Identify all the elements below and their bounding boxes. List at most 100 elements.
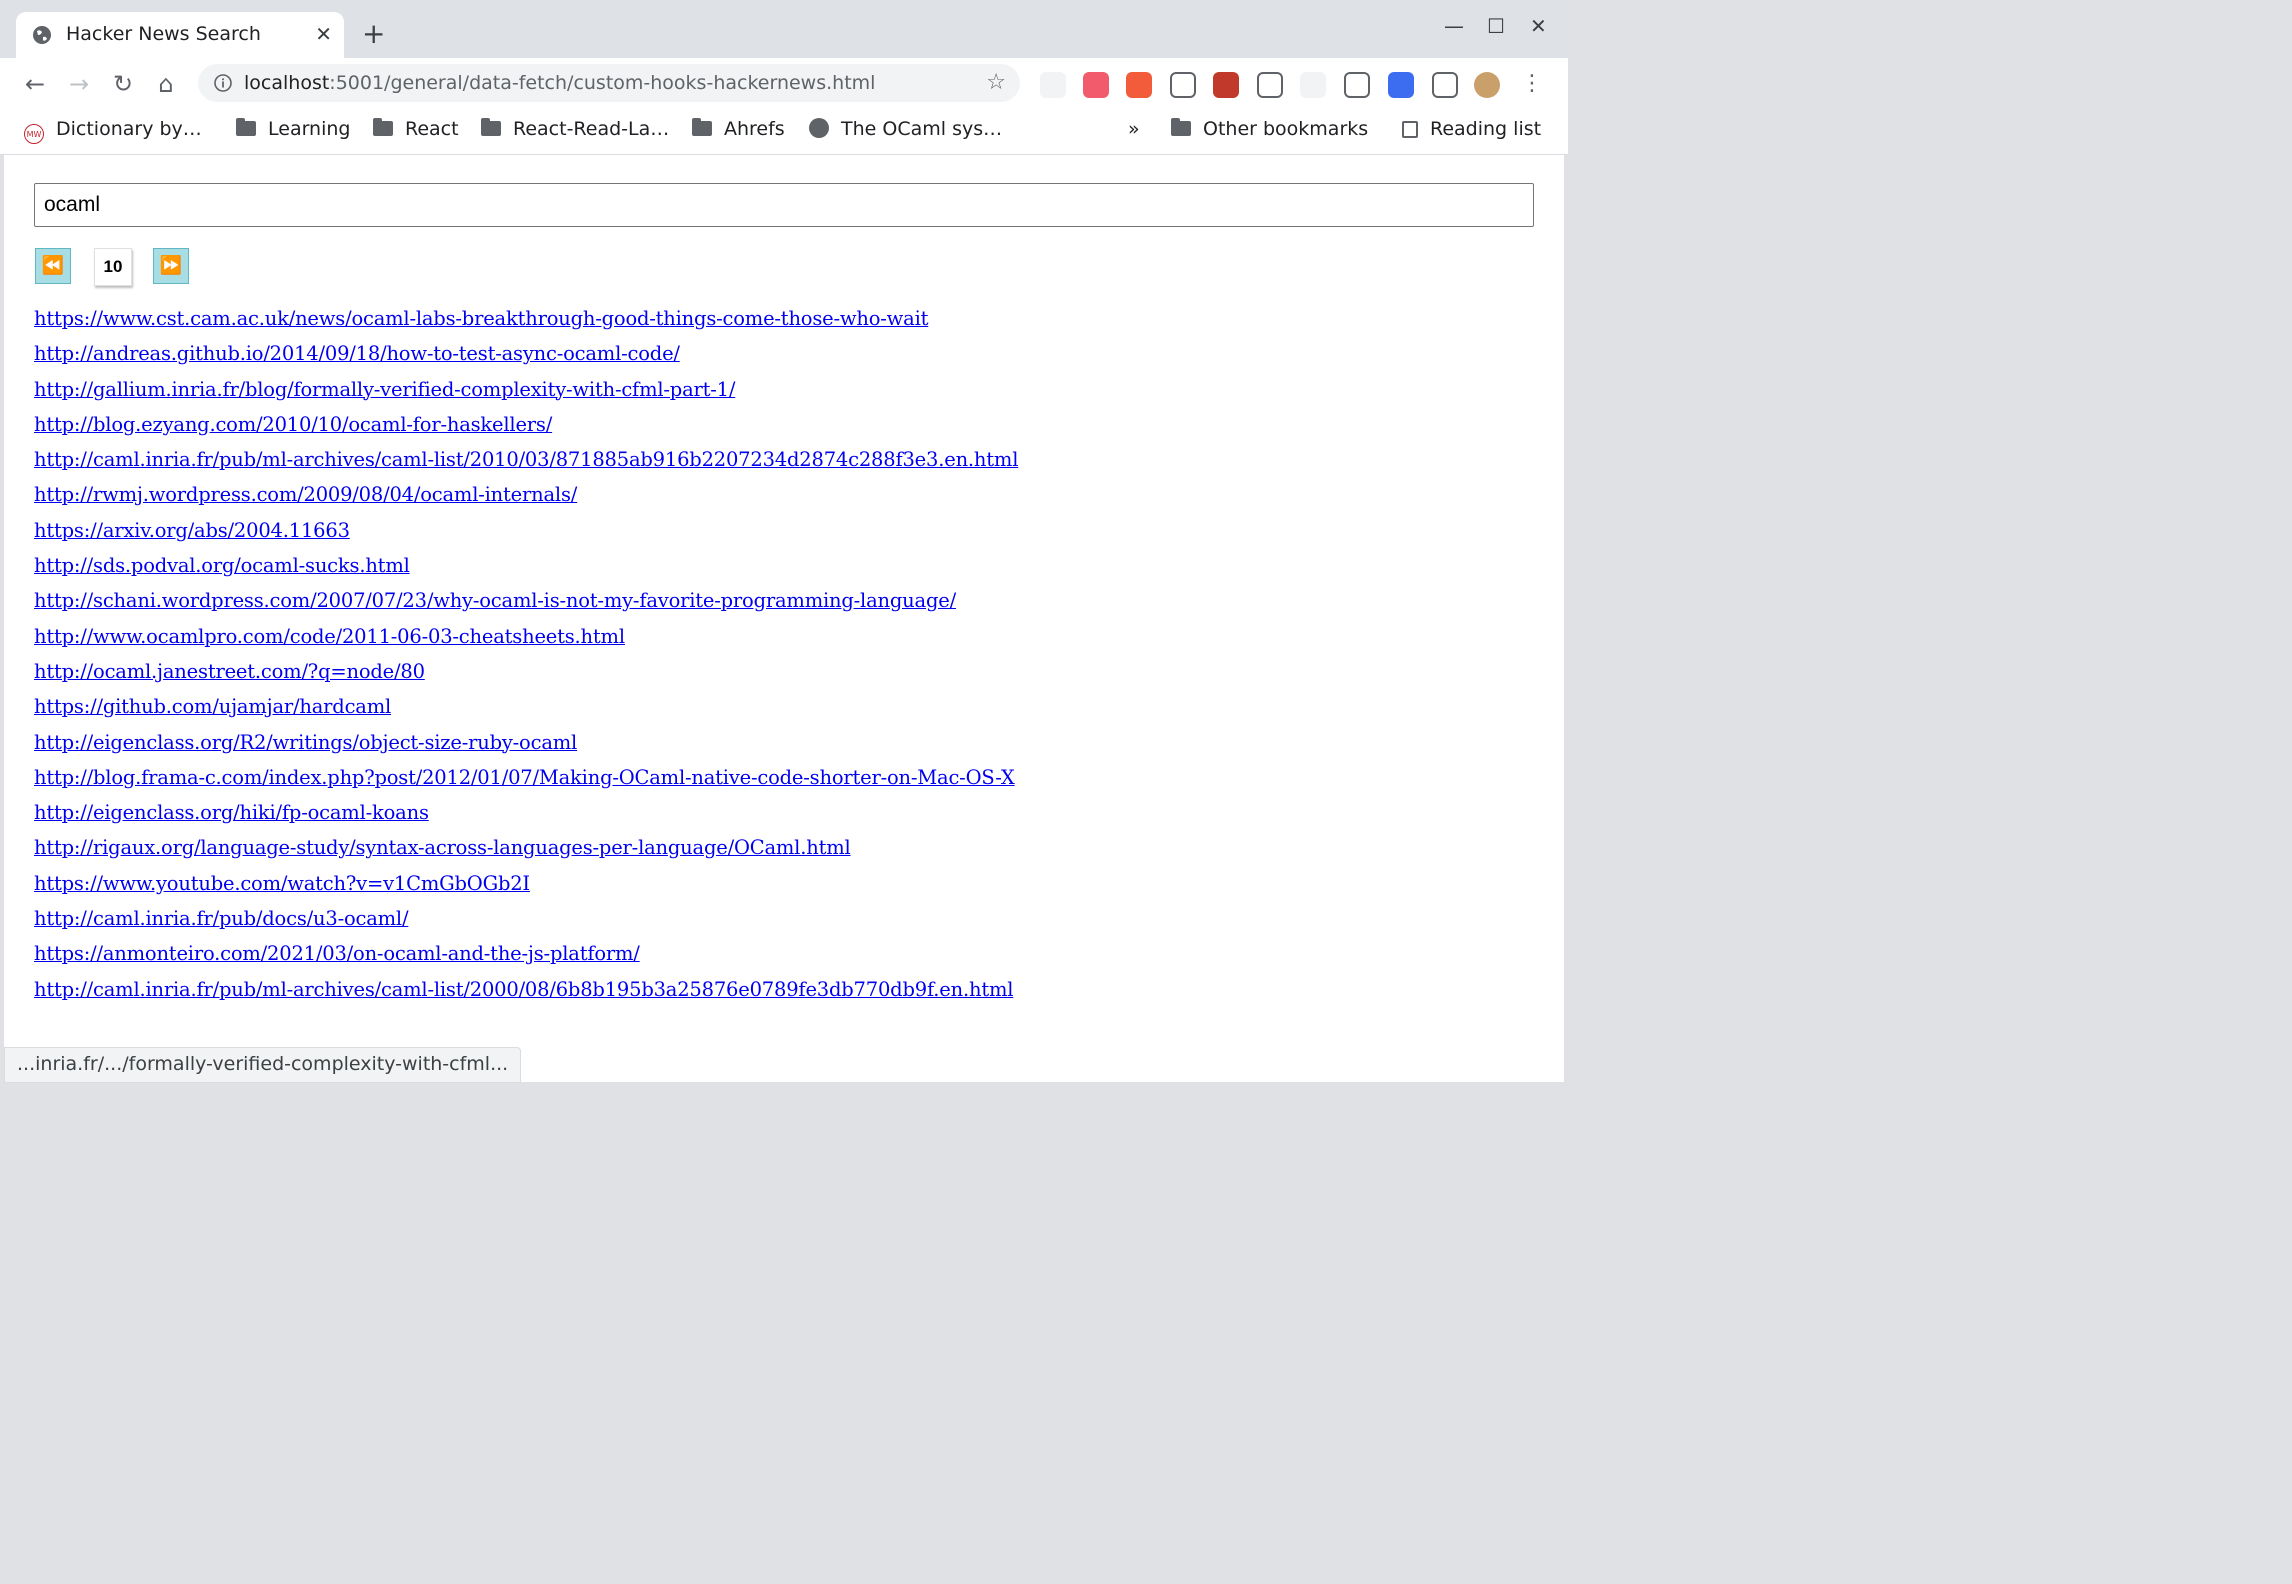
window-close-icon[interactable]: ✕ [1530, 14, 1547, 38]
result-link[interactable]: http://caml.inria.fr/pub/docs/u3-ocaml/ [34, 907, 409, 930]
list-item: http://www.ocamlpro.com/code/2011-06-03-… [34, 625, 1018, 660]
list-item: http://caml.inria.fr/pub/ml-archives/cam… [34, 978, 1018, 1013]
folder-icon [481, 118, 501, 136]
search-input[interactable] [34, 183, 1534, 227]
bookmark-folder-other[interactable]: Other bookmarks [1171, 118, 1368, 140]
folder-icon [1171, 118, 1191, 136]
list-item: http://gallium.inria.fr/blog/formally-ve… [34, 378, 1018, 413]
prev-page-button[interactable]: ⏪ [35, 248, 71, 284]
result-link[interactable]: http://andreas.github.io/2014/09/18/how-… [34, 342, 680, 365]
bookmark-folder-react-read-later[interactable]: React-Read-La… [481, 118, 669, 140]
bookmarks-overflow-button[interactable]: » [1128, 118, 1140, 140]
tab-strip: Hacker News Search ✕ + — ☐ ✕ [0, 0, 1568, 58]
extension-icon[interactable] [1474, 72, 1500, 98]
extension-icon[interactable] [1300, 72, 1326, 98]
bookmark-label: Ahrefs [724, 118, 785, 140]
list-item: http://eigenclass.org/hiki/fp-ocaml-koan… [34, 801, 1018, 836]
list-item: http://blog.frama-c.com/index.php?post/2… [34, 766, 1018, 801]
bookmark-label: The OCaml sys… [841, 118, 1003, 140]
bookmark-folder-ahrefs[interactable]: Ahrefs [692, 118, 785, 140]
list-item: http://caml.inria.fr/pub/ml-archives/cam… [34, 448, 1018, 483]
result-link[interactable]: http://sds.podval.org/ocaml-sucks.html [34, 554, 410, 577]
bookmark-dictionary[interactable]: MW Dictionary by… [24, 118, 202, 144]
extension-icon[interactable] [1170, 72, 1196, 98]
list-item: https://github.com/ujamjar/hardcaml [34, 695, 1018, 730]
extension-icon[interactable] [1388, 72, 1414, 98]
bookmark-label: React-Read-La… [513, 118, 670, 140]
bookmarks-bar: MW Dictionary by… Learning React React-Re… [0, 110, 1568, 155]
extension-icon[interactable] [1344, 72, 1370, 98]
extension-icon[interactable] [1126, 72, 1152, 98]
folder-icon [236, 118, 256, 136]
next-page-button[interactable]: ⏩ [153, 248, 189, 284]
list-item: https://arxiv.org/abs/2004.11663 [34, 519, 1018, 554]
url-path: :5001/general/data-fetch/custom-hooks-ha… [329, 72, 876, 94]
bookmark-label: React [405, 118, 459, 140]
list-item: http://eigenclass.org/R2/writings/object… [34, 731, 1018, 766]
result-link[interactable]: http://caml.inria.fr/pub/ml-archives/cam… [34, 978, 1013, 1001]
bookmark-label: Dictionary by… [56, 118, 202, 140]
list-item: https://anmonteiro.com/2021/03/on-ocaml-… [34, 942, 1018, 977]
back-arrow-icon[interactable]: ← [21, 70, 49, 98]
bookmark-ocaml-system[interactable]: The OCaml sys… [809, 118, 1002, 140]
list-item: http://blog.ezyang.com/2010/10/ocaml-for… [34, 413, 1018, 448]
tab-hacker-news-search[interactable]: Hacker News Search ✕ [16, 12, 344, 58]
maximize-icon[interactable]: ☐ [1487, 14, 1505, 38]
page-content: ⏪ 10 ⏩ https://www.cst.cam.ac.uk/news/oc… [4, 155, 1564, 1082]
result-link[interactable]: http://schani.wordpress.com/2007/07/23/w… [34, 589, 956, 612]
list-item: http://andreas.github.io/2014/09/18/how-… [34, 342, 1018, 377]
result-link[interactable]: http://caml.inria.fr/pub/ml-archives/cam… [34, 448, 1018, 471]
results-list: https://www.cst.cam.ac.uk/news/ocaml-lab… [34, 307, 1018, 1013]
result-link[interactable]: http://ocaml.janestreet.com/?q=node/80 [34, 660, 425, 683]
url-text: localhost:5001/general/data-fetch/custom… [244, 72, 875, 94]
list-item: http://rwmj.wordpress.com/2009/08/04/oca… [34, 483, 1018, 518]
bookmark-folder-react[interactable]: React [373, 118, 459, 140]
tab-title: Hacker News Search [66, 23, 261, 45]
result-link[interactable]: http://eigenclass.org/R2/writings/object… [34, 731, 577, 754]
result-link[interactable]: http://gallium.inria.fr/blog/formally-ve… [34, 378, 735, 401]
bookmark-folder-learning[interactable]: Learning [236, 118, 351, 140]
result-link[interactable]: https://anmonteiro.com/2021/03/on-ocaml-… [34, 942, 640, 965]
browser-toolbar: ← → ↻ ⌂ localhost:5001/general/data-fetc… [0, 58, 1568, 110]
new-tab-button[interactable]: + [362, 20, 385, 48]
link-status-bubble: ...inria.fr/.../formally-verified-comple… [4, 1047, 522, 1083]
list-item: http://rigaux.org/language-study/syntax-… [34, 836, 1018, 871]
address-bar[interactable]: localhost:5001/general/data-fetch/custom… [198, 64, 1020, 102]
reading-list-icon [1402, 121, 1418, 138]
globe-icon [33, 26, 51, 44]
result-link[interactable]: https://www.youtube.com/watch?v=v1CmGbOG… [34, 872, 530, 895]
reload-icon[interactable]: ↻ [109, 70, 137, 98]
bookmark-label: Other bookmarks [1203, 118, 1369, 140]
extension-icon[interactable] [1040, 72, 1066, 98]
list-item: http://caml.inria.fr/pub/docs/u3-ocaml/ [34, 907, 1018, 942]
globe-icon [809, 118, 829, 138]
forward-arrow-icon[interactable]: → [65, 70, 93, 98]
info-icon[interactable] [214, 74, 232, 92]
folder-icon [373, 118, 393, 136]
result-link[interactable]: http://rigaux.org/language-study/syntax-… [34, 836, 851, 859]
result-link[interactable]: http://eigenclass.org/hiki/fp-ocaml-koan… [34, 801, 429, 824]
tab-close-icon[interactable]: ✕ [315, 24, 332, 44]
page-number: 10 [94, 248, 132, 286]
result-link[interactable]: http://rwmj.wordpress.com/2009/08/04/oca… [34, 483, 577, 506]
result-link[interactable]: http://blog.frama-c.com/index.php?post/2… [34, 766, 1015, 789]
result-link[interactable]: http://blog.ezyang.com/2010/10/ocaml-for… [34, 413, 552, 436]
bookmark-star-icon[interactable]: ☆ [986, 70, 1006, 95]
home-icon[interactable]: ⌂ [152, 70, 180, 98]
result-link[interactable]: http://www.ocamlpro.com/code/2011-06-03-… [34, 625, 625, 648]
url-host: localhost [244, 72, 330, 94]
list-item: https://www.cst.cam.ac.uk/news/ocaml-lab… [34, 307, 1018, 342]
extension-icon[interactable] [1257, 72, 1283, 98]
list-item: http://sds.podval.org/ocaml-sucks.html [34, 554, 1018, 589]
menu-kebab-icon[interactable]: ⋮ [1518, 70, 1546, 98]
minimize-icon[interactable]: — [1444, 14, 1464, 38]
list-item: http://ocaml.janestreet.com/?q=node/80 [34, 660, 1018, 695]
result-link[interactable]: https://arxiv.org/abs/2004.11663 [34, 519, 350, 542]
result-link[interactable]: https://github.com/ujamjar/hardcaml [34, 695, 391, 718]
folder-icon [692, 118, 712, 136]
result-link[interactable]: https://www.cst.cam.ac.uk/news/ocaml-lab… [34, 307, 928, 330]
extension-icon[interactable] [1083, 72, 1109, 98]
extension-icon[interactable] [1432, 72, 1458, 98]
extension-icon[interactable] [1213, 72, 1239, 98]
reading-list-button[interactable]: Reading list [1402, 118, 1541, 140]
